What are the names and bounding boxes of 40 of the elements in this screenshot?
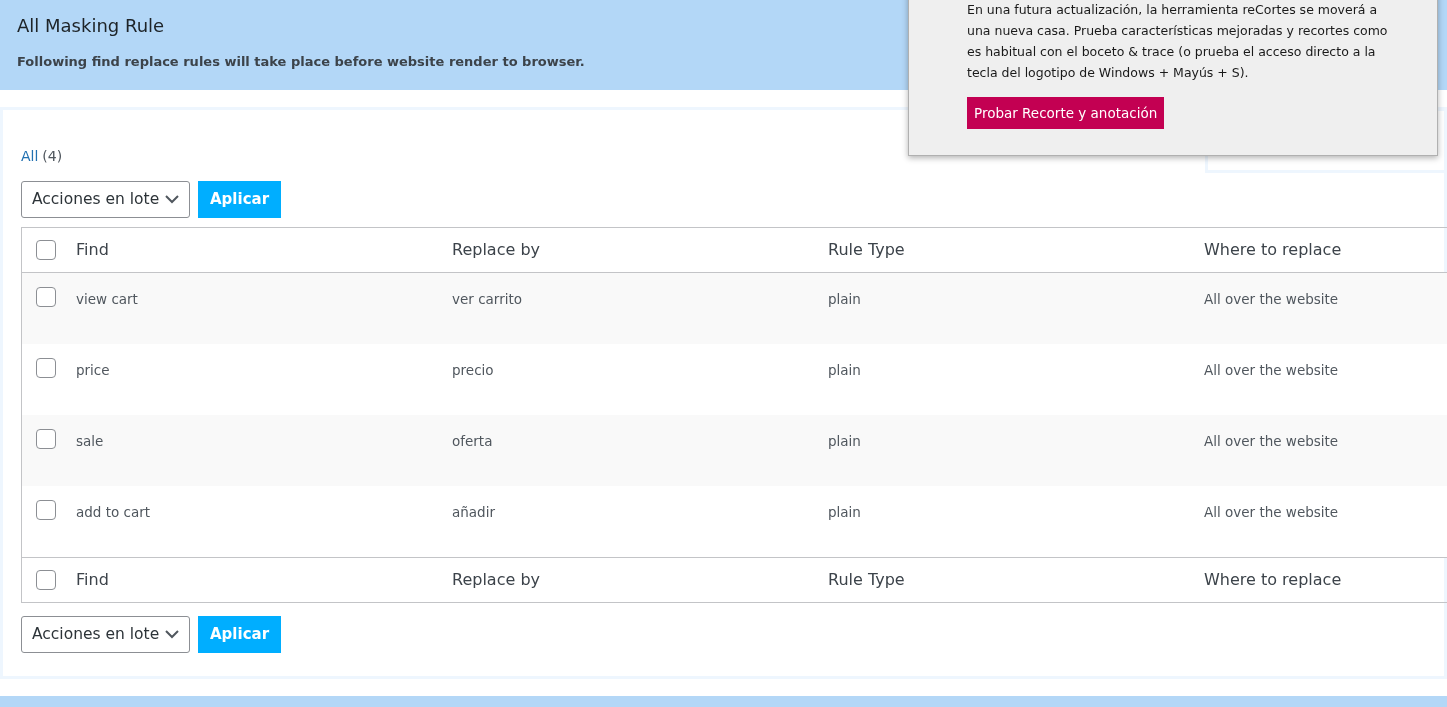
column-header[interactable]: Replace by bbox=[452, 240, 540, 259]
table-cell: precio bbox=[452, 362, 494, 378]
chevron-down-icon bbox=[165, 195, 179, 204]
table-cell: plain bbox=[828, 504, 861, 520]
column-header[interactable]: Find bbox=[76, 240, 109, 259]
column-header[interactable]: Replace by bbox=[452, 570, 540, 589]
table-cell: plain bbox=[828, 362, 861, 378]
try-snip-button[interactable]: Probar Recorte y anotación bbox=[967, 97, 1165, 129]
page-description: Following find replace rules will take place before website render to browser. bbox=[17, 53, 585, 71]
checkbox[interactable] bbox=[36, 500, 56, 520]
checkbox[interactable] bbox=[36, 240, 56, 260]
table-cell: oferta bbox=[452, 433, 493, 449]
table-cell: sale bbox=[76, 433, 104, 449]
table-cell: añadir bbox=[452, 504, 495, 520]
table-cell: All over the website bbox=[1204, 291, 1339, 307]
bulk-actions-select[interactable]: Acciones en lote bbox=[21, 181, 190, 218]
table-cell: plain bbox=[828, 291, 861, 307]
chevron-down-icon bbox=[165, 630, 179, 639]
table-cell: price bbox=[76, 362, 110, 378]
table-cell: ver carrito bbox=[452, 291, 522, 307]
checkbox[interactable] bbox=[36, 287, 56, 307]
column-header[interactable]: Rule Type bbox=[828, 570, 905, 589]
table-cell: add to cart bbox=[76, 504, 151, 520]
column-header[interactable]: Find bbox=[76, 570, 109, 589]
table-cell: plain bbox=[828, 433, 861, 449]
table-cell: All over the website bbox=[1204, 504, 1339, 520]
notification-text: En una futura actualización, la herramienta reCortes se moverá a una nueva casa. Prueba características mejoradas y recortes como es habitual con el boceto & trace (o prueba el acceso directo a la tecla del logotipo de Windows + Mayús + S). bbox=[967, 1, 1389, 82]
column-header[interactable]: Where to replace bbox=[1204, 570, 1342, 589]
column-header[interactable]: Rule Type bbox=[828, 240, 905, 259]
table-cell: All over the website bbox=[1204, 362, 1339, 378]
all-filter-link[interactable]: All bbox=[21, 146, 39, 167]
page-title: All Masking Rule bbox=[17, 14, 165, 38]
table-cell: All over the website bbox=[1204, 433, 1339, 449]
bulk-actions-select[interactable]: Acciones en lote bbox=[21, 616, 190, 653]
table-cell: view cart bbox=[76, 291, 138, 307]
checkbox[interactable] bbox=[36, 358, 56, 378]
checkbox[interactable] bbox=[36, 429, 56, 449]
column-header[interactable]: Where to replace bbox=[1204, 240, 1342, 259]
filter-count: (4) bbox=[42, 147, 63, 166]
checkbox[interactable] bbox=[36, 570, 56, 590]
